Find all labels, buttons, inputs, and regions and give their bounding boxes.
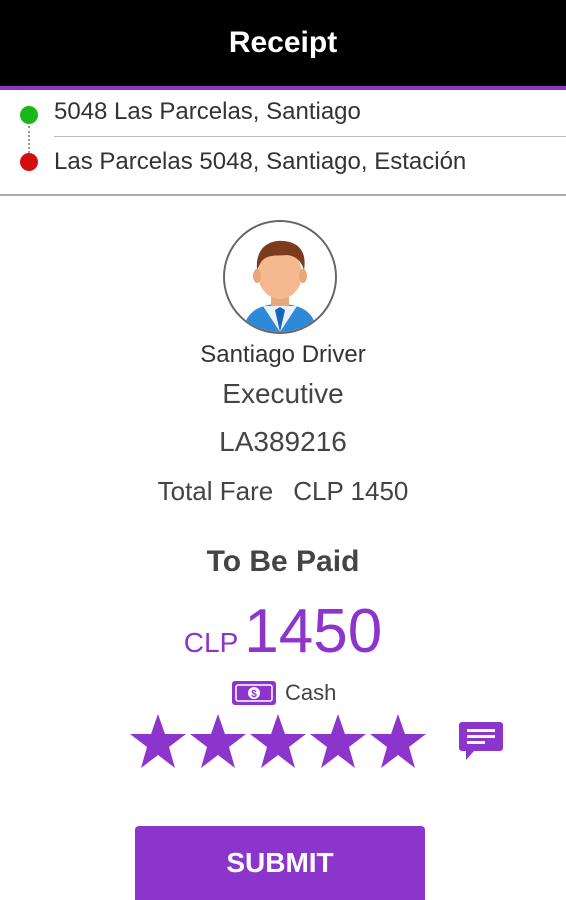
amount-currency: CLP xyxy=(183,627,239,658)
vehicle-type: Executive xyxy=(222,378,344,409)
comment-icon[interactable] xyxy=(458,720,504,762)
route-connector xyxy=(28,126,30,153)
star-1[interactable] xyxy=(128,712,188,772)
green-dot-icon xyxy=(20,106,38,124)
route-bottom-divider xyxy=(0,194,566,196)
driver-name: Santiago Driver xyxy=(200,341,366,368)
total-fare-label: Total Fare xyxy=(157,476,274,506)
route-panel: 5048 Las Parcelas, Santiago Las Parcelas… xyxy=(0,90,566,194)
cash-icon: $ xyxy=(232,681,276,705)
star-2[interactable] xyxy=(188,712,248,772)
star-4[interactable] xyxy=(308,712,368,772)
amount-value: 1450 xyxy=(244,597,383,666)
red-dot-icon xyxy=(20,153,38,171)
to-be-paid-heading: To Be Paid xyxy=(206,545,360,578)
payment-method: $ Cash xyxy=(231,678,336,708)
route-divider xyxy=(54,136,566,137)
payment-method-label: Cash xyxy=(285,680,337,705)
amount-due: CLP1450 xyxy=(0,596,566,667)
submit-button[interactable]: SUBMIT xyxy=(135,826,425,900)
vehicle-plate: LA389216 xyxy=(219,426,347,457)
drop-address: Las Parcelas 5048, Santiago, Estación xyxy=(54,148,467,175)
app-header: Receipt xyxy=(0,0,566,86)
driver-avatar-icon xyxy=(225,222,335,332)
total-fare-value: CLP 1450 xyxy=(293,476,409,506)
svg-text:$: $ xyxy=(251,689,257,700)
rating-stars[interactable] xyxy=(128,712,428,774)
page-title: Receipt xyxy=(228,26,338,59)
star-5[interactable] xyxy=(368,712,428,772)
star-3[interactable] xyxy=(248,712,308,772)
total-fare-row: Total Fare CLP 1450 xyxy=(0,476,566,507)
pickup-address: 5048 Las Parcelas, Santiago xyxy=(54,98,361,125)
driver-avatar xyxy=(223,220,337,334)
